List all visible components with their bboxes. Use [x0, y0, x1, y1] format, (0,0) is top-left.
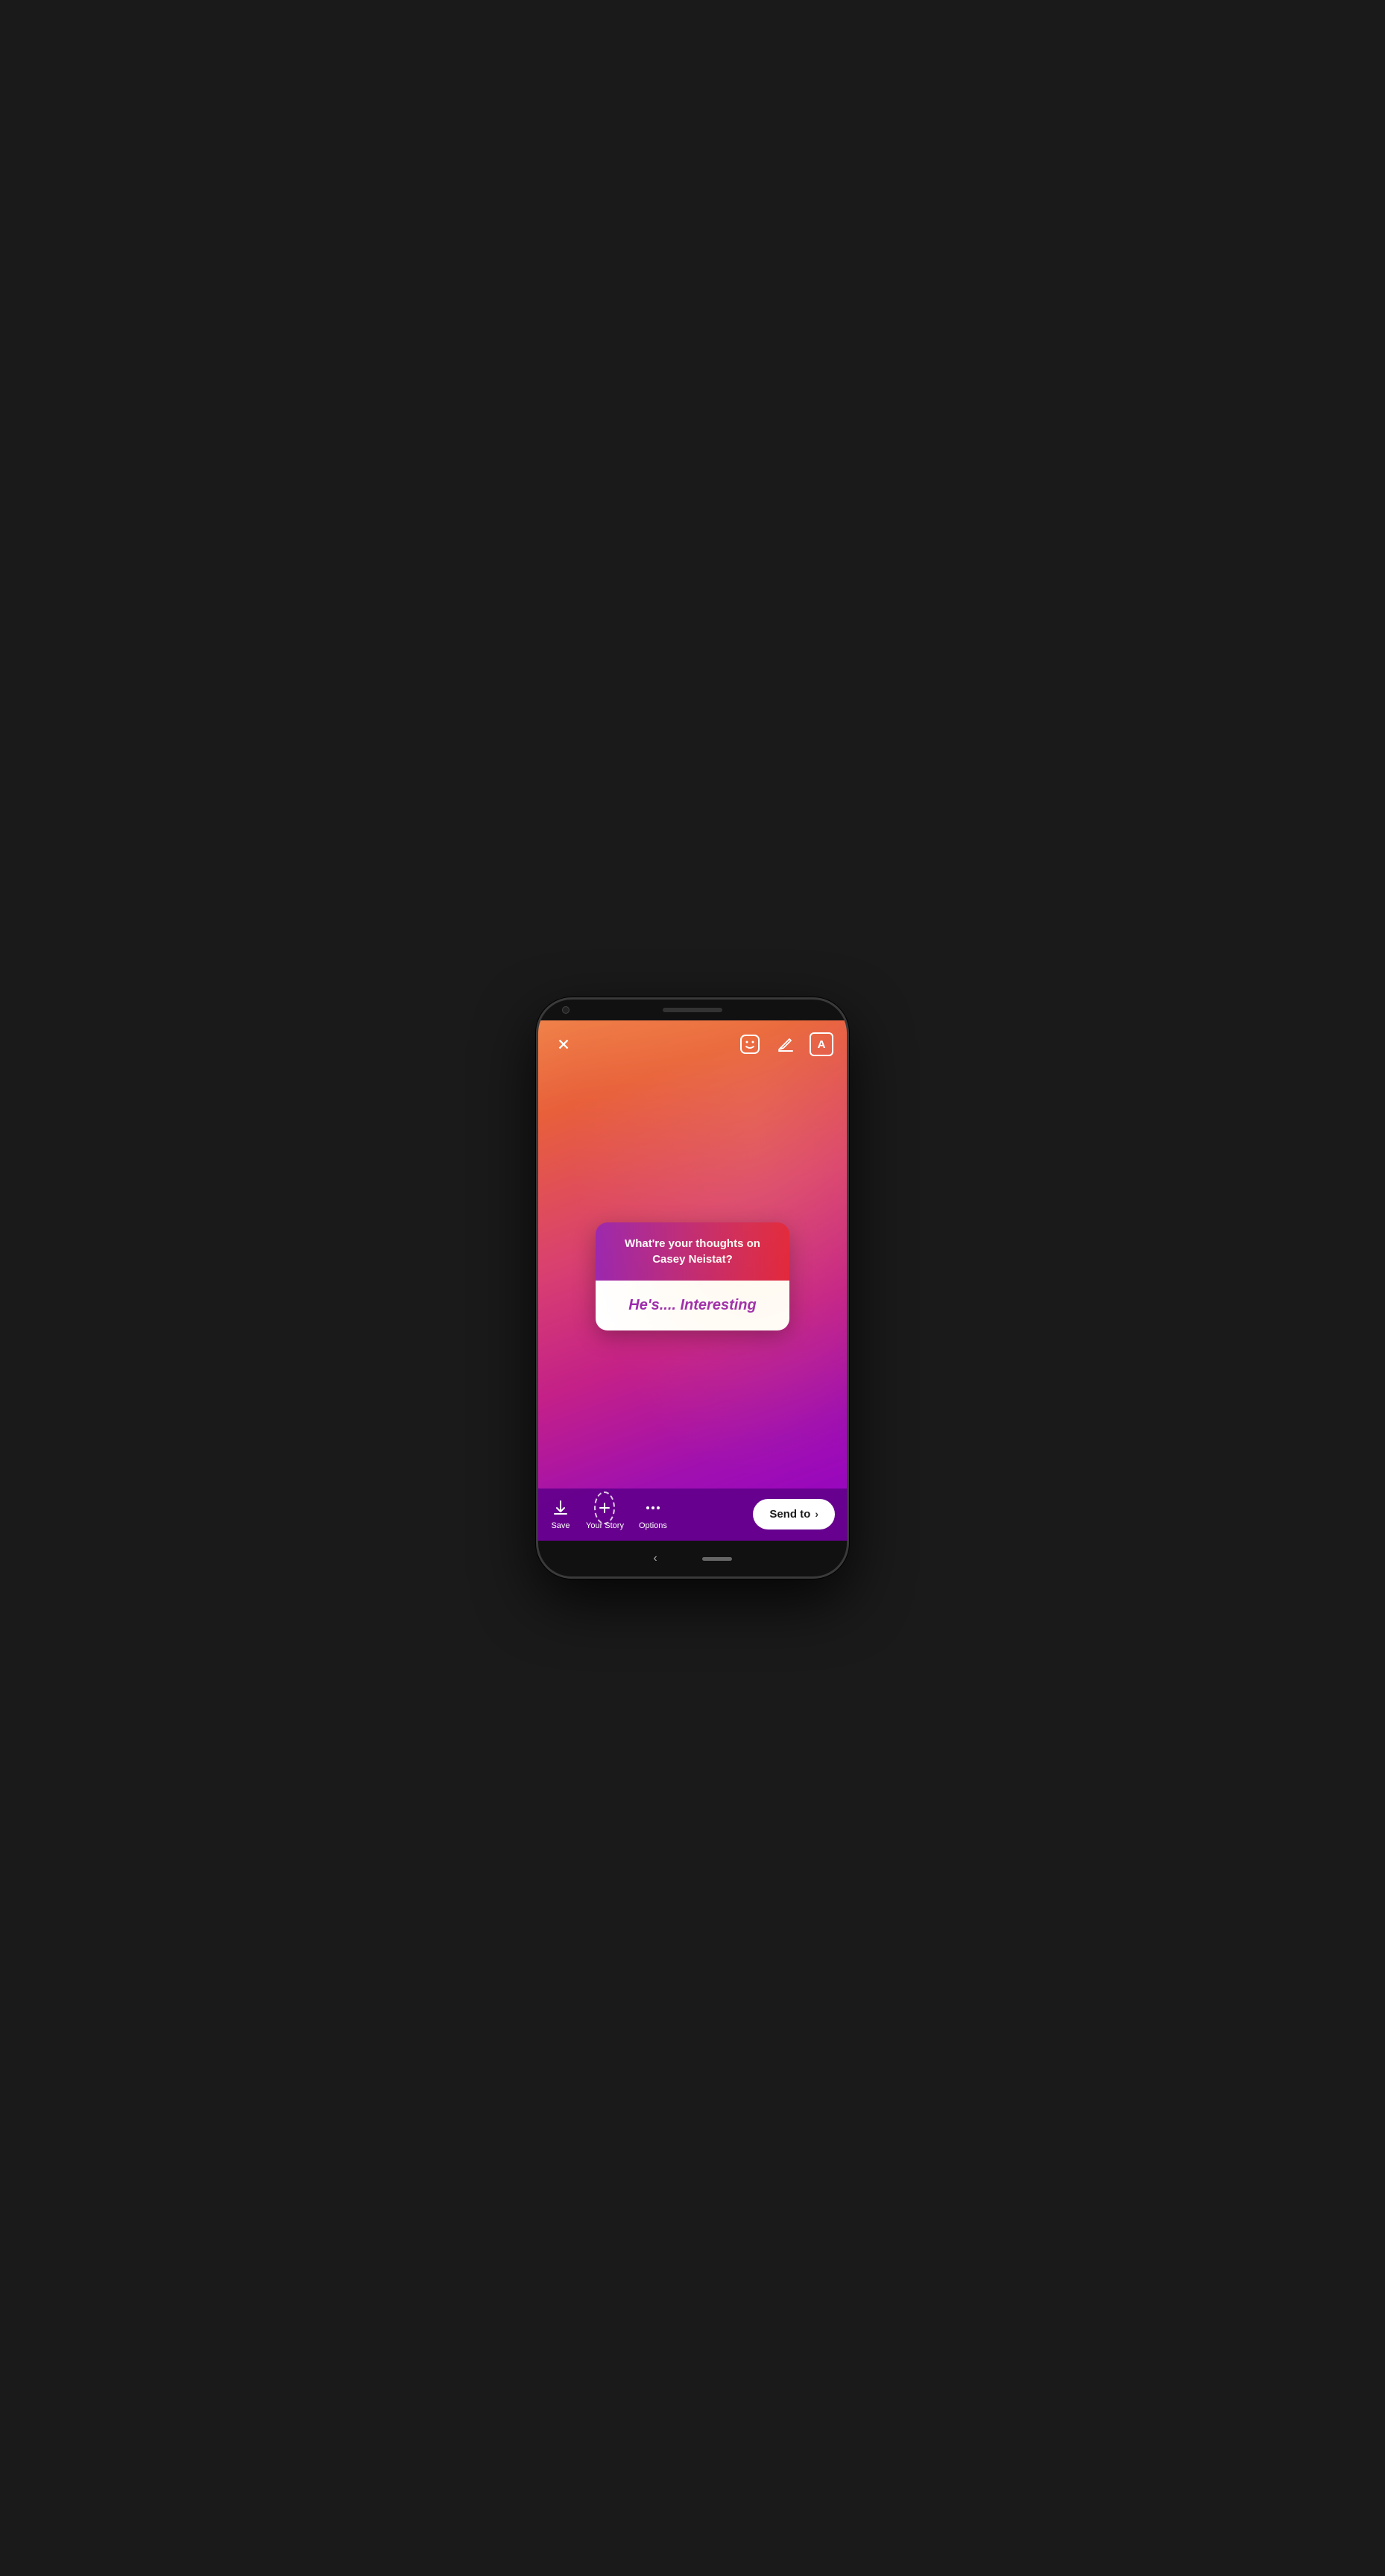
sticker-face-icon	[739, 1034, 760, 1055]
plus-icon	[598, 1501, 611, 1515]
text-button[interactable]: A	[808, 1031, 835, 1058]
nav-back-button[interactable]: ‹	[653, 1552, 657, 1565]
volume-button	[847, 1164, 849, 1223]
options-label: Options	[639, 1521, 667, 1530]
close-button[interactable]	[550, 1031, 577, 1058]
draw-pencil-icon	[776, 1035, 795, 1054]
question-text: What're your thoughts on Casey Neistat?	[611, 1236, 774, 1267]
bottom-action-bar: Save Your Story	[538, 1489, 847, 1541]
save-icon	[550, 1497, 571, 1518]
your-story-icon	[594, 1497, 615, 1518]
send-chevron-icon: ›	[815, 1508, 818, 1520]
answer-text: He's.... Interesting	[611, 1297, 774, 1314]
story-canvas: A What're your thoughts on Casey Neistat…	[538, 1020, 847, 1541]
story-top-controls: A	[538, 1020, 847, 1064]
phone-camera	[562, 1006, 570, 1014]
save-label: Save	[551, 1521, 570, 1530]
your-story-action[interactable]: Your Story	[586, 1497, 624, 1530]
phone-frame: A What're your thoughts on Casey Neistat…	[536, 997, 849, 1579]
download-icon	[552, 1499, 570, 1517]
bottom-actions-group: Save Your Story	[550, 1497, 667, 1530]
power-button	[847, 1119, 849, 1156]
phone-speaker	[663, 1008, 722, 1012]
phone-nav-bar: ‹	[538, 1541, 847, 1576]
question-answer-area: He's.... Interesting	[596, 1281, 789, 1330]
sticker-button[interactable]	[736, 1031, 763, 1058]
send-to-label: Send to	[769, 1508, 810, 1521]
phone-top-bar	[538, 1000, 847, 1020]
question-sticker[interactable]: What're your thoughts on Casey Neistat? …	[596, 1222, 789, 1330]
send-to-button[interactable]: Send to ›	[753, 1499, 835, 1530]
draw-button[interactable]	[772, 1031, 799, 1058]
top-right-controls: A	[736, 1031, 835, 1058]
question-sticker-header: What're your thoughts on Casey Neistat?	[596, 1222, 789, 1281]
your-story-label: Your Story	[586, 1521, 624, 1530]
nav-home-pill[interactable]	[702, 1557, 732, 1561]
story-circle	[594, 1491, 615, 1524]
save-action[interactable]: Save	[550, 1497, 571, 1530]
options-icon	[643, 1497, 663, 1518]
more-dots-icon	[644, 1499, 662, 1517]
story-content-area: What're your thoughts on Casey Neistat? …	[538, 1064, 847, 1489]
text-icon: A	[810, 1032, 833, 1056]
close-icon	[555, 1036, 572, 1052]
options-action[interactable]: Options	[639, 1497, 667, 1530]
